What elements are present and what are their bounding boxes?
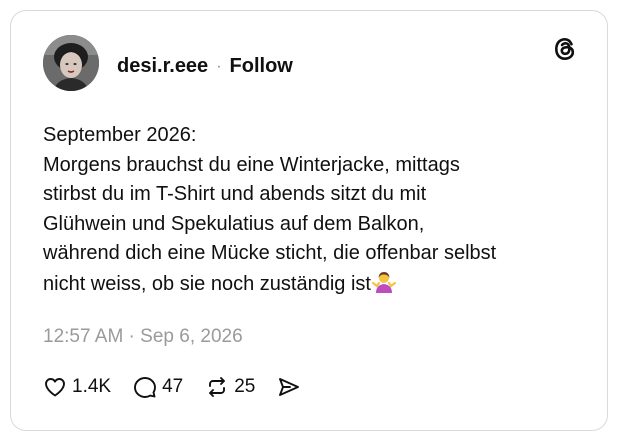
- post-line: stirbst du im T-Shirt und abends sitzt d…: [43, 183, 427, 205]
- action-bar: 1.4K 47 25: [43, 375, 328, 399]
- heart-icon: [45, 378, 65, 397]
- repost-icon: [209, 377, 226, 397]
- like-count: 1.4K: [72, 376, 112, 397]
- post-line: während dich eine Mücke sticht, die offe…: [43, 242, 497, 264]
- avatar[interactable]: [43, 35, 99, 91]
- share-button[interactable]: [277, 375, 306, 399]
- reply-button[interactable]: 47: [133, 375, 183, 399]
- repost-button[interactable]: 25: [205, 375, 255, 399]
- send-icon: [279, 378, 300, 396]
- post-line: Glühwein und Spekulatius auf dem Balkon,: [43, 212, 425, 235]
- username[interactable]: desi.r.eee: [117, 55, 208, 78]
- like-button[interactable]: 1.4K: [43, 375, 111, 399]
- repost-count: 25: [234, 376, 256, 397]
- post-line: Morgens brauchst du eine Winterjacke, mi…: [43, 153, 460, 176]
- post-body: September 2026: Morgens brauchst du eine…: [43, 121, 583, 302]
- post-line-last: nicht weiss, ob sie noch zuständig ist: [43, 269, 583, 303]
- follow-button[interactable]: Follow: [230, 55, 293, 78]
- comment-bubble-icon: [134, 377, 157, 398]
- separator-dot: ·: [216, 57, 222, 75]
- post-line: nicht weiss, ob sie noch zuständig ist: [43, 272, 371, 295]
- post-header: desi.r.eee · Follow: [117, 55, 293, 78]
- threads-logo-icon[interactable]: [551, 35, 579, 63]
- person-shrugging-emoji: [371, 269, 397, 303]
- reply-count: 47: [162, 376, 184, 397]
- post-line: September 2026:: [43, 124, 197, 146]
- threads-post-card: desi.r.eee · Follow September 2026: Morg…: [10, 10, 608, 431]
- post-timestamp[interactable]: 12:57 AM · Sep 6, 2026: [43, 326, 243, 348]
